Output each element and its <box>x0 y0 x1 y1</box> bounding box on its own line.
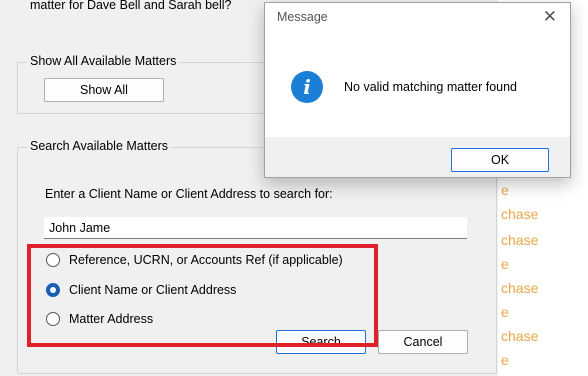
close-icon[interactable]: ✕ <box>543 7 557 27</box>
info-icon: i <box>291 71 323 103</box>
bg-link-text: chase <box>501 206 539 222</box>
cancel-button[interactable]: Cancel <box>378 330 468 354</box>
search-group-title: Search Available Matters <box>27 139 172 153</box>
bg-link-text: e <box>501 304 509 320</box>
bg-link-text: e <box>501 182 509 198</box>
message-text: No valid matching matter found <box>344 80 518 94</box>
bg-link-text: chase <box>501 232 539 248</box>
message-title: Message <box>277 10 328 24</box>
bg-link-text: chase <box>501 280 539 296</box>
ok-button[interactable]: OK <box>451 148 549 172</box>
bg-link-text: e <box>501 256 509 272</box>
search-prompt: Enter a Client Name or Client Address to… <box>45 187 333 201</box>
red-highlight-box <box>27 244 378 347</box>
question-text: matter for Dave Bell and Sarah bell? <box>30 0 232 12</box>
message-dialog: Message ✕ i No valid matching matter fou… <box>264 2 571 178</box>
show-all-button[interactable]: Show All <box>44 78 164 102</box>
show-all-group-title: Show All Available Matters <box>27 54 180 68</box>
bg-link-text: chase <box>501 328 539 344</box>
bg-link-text: e <box>501 352 509 368</box>
search-input[interactable] <box>44 217 467 239</box>
message-footer: OK <box>265 137 570 177</box>
